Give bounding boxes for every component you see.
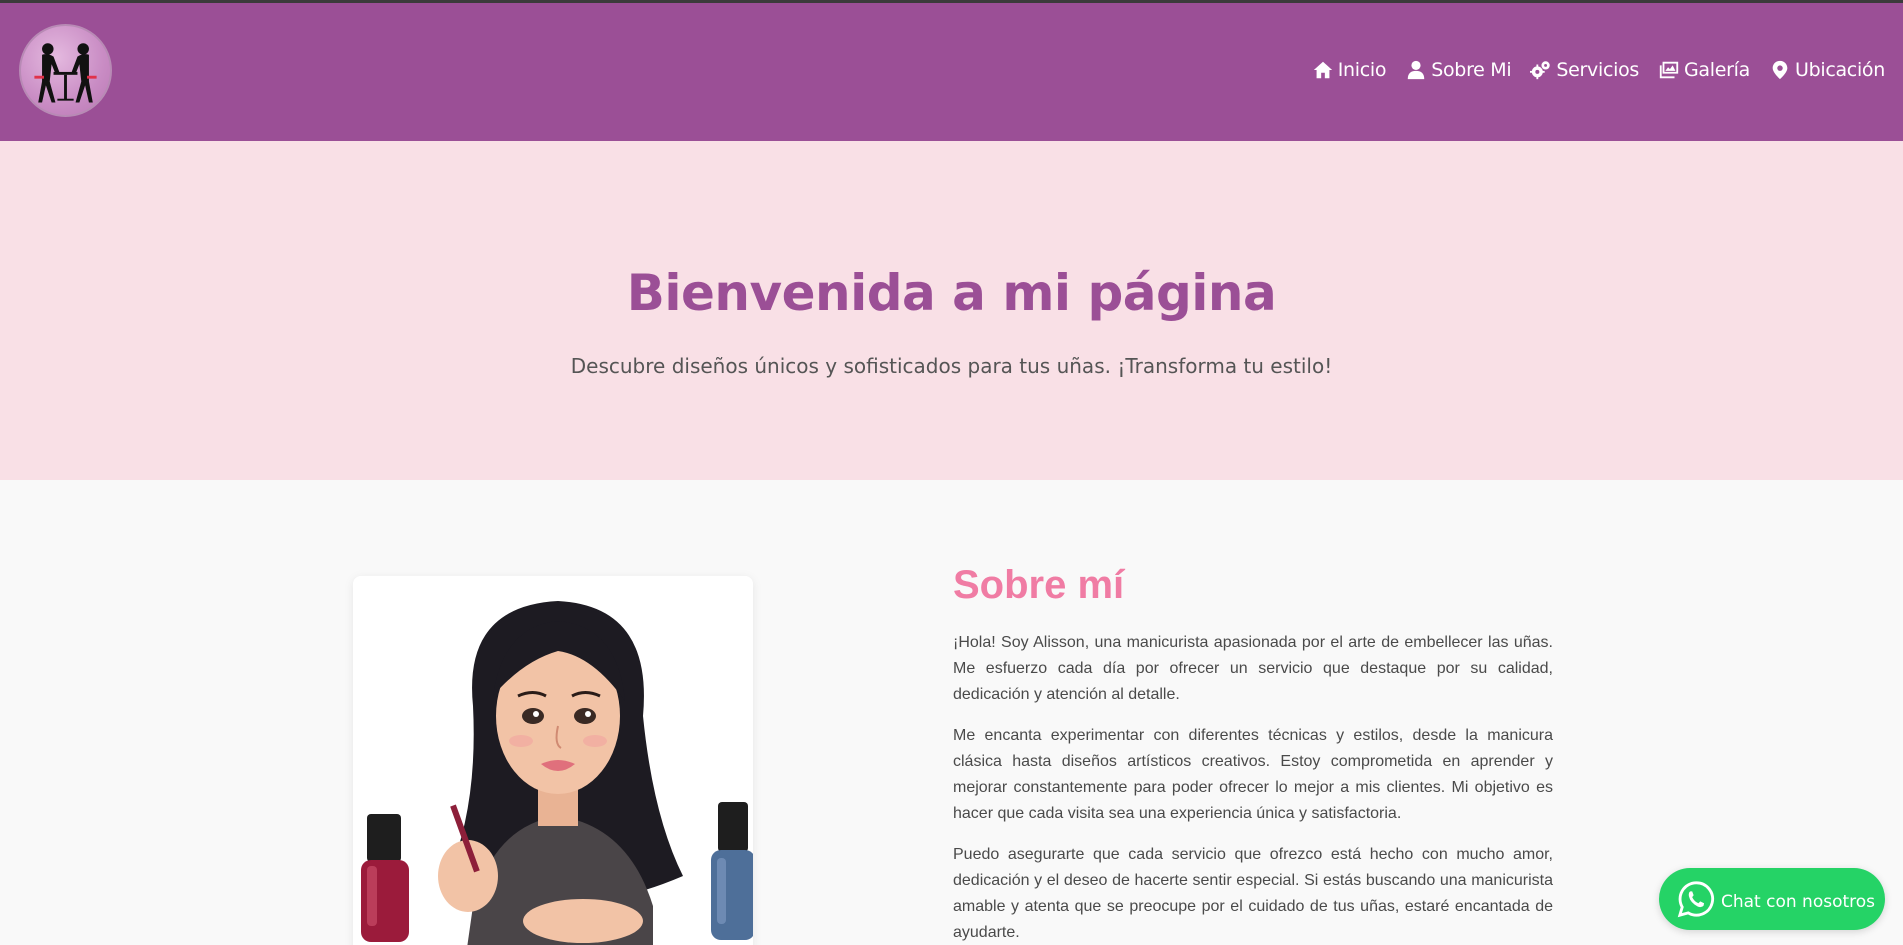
about-title: Sobre mí: [953, 563, 1125, 607]
hero-subtitle: Descubre diseños únicos y sofisticados p…: [570, 354, 1333, 378]
nav-inicio-label: Inicio: [1337, 59, 1387, 81]
whatsapp-icon: [1677, 881, 1715, 918]
about-image-card: [353, 576, 753, 945]
about-paragraph-1: ¡Hola! Soy Alisson, una manicurista apas…: [953, 634, 1553, 703]
nav-ubicacion-label: Ubicación: [1794, 59, 1885, 81]
about-paragraph-3: Puedo asegurarte que cada servicio que o…: [953, 846, 1553, 941]
whatsapp-label: Chat con nosotros: [1721, 892, 1876, 912]
home-icon: [1313, 61, 1332, 79]
nav-galeria-label: Galería: [1684, 59, 1750, 81]
nav-servicios-label: Servicios: [1556, 59, 1639, 81]
manicurist-illustration-icon: [353, 576, 753, 945]
hero-section: Bienvenida a mi página Descubre diseños …: [0, 141, 1903, 480]
whatsapp-chat-button[interactable]: Chat con nosotros: [1659, 868, 1885, 930]
nav-inicio[interactable]: Inicio: [1312, 59, 1387, 81]
nav-ubicacion[interactable]: Ubicación: [1769, 59, 1885, 81]
nav-sobre-mi[interactable]: Sobre Mi: [1405, 59, 1512, 81]
gears-icon: [1530, 61, 1551, 80]
site-header: Inicio Sobre Mi Servicios Galería Ubicac…: [0, 3, 1903, 141]
hero-title: Bienvenida a mi página: [626, 264, 1277, 322]
user-icon: [1407, 60, 1425, 80]
nav-sobre-mi-label: Sobre Mi: [1431, 59, 1512, 81]
nav-servicios[interactable]: Servicios: [1530, 59, 1639, 81]
images-icon: [1659, 61, 1679, 79]
about-paragraph-2: Me encanta experimentar con diferentes t…: [953, 727, 1553, 822]
about-text: Sobre mí ¡Hola! Soy Alisson, una manicur…: [953, 563, 1553, 945]
manicure-salon-logo-icon: [34, 43, 97, 103]
map-pin-icon: [1772, 60, 1788, 80]
nav-galeria[interactable]: Galería: [1658, 59, 1750, 81]
about-section: Sobre mí ¡Hola! Soy Alisson, una manicur…: [0, 480, 1903, 945]
site-logo[interactable]: [19, 24, 112, 117]
main-nav: Inicio Sobre Mi Servicios Galería Ubicac…: [1312, 59, 1885, 81]
